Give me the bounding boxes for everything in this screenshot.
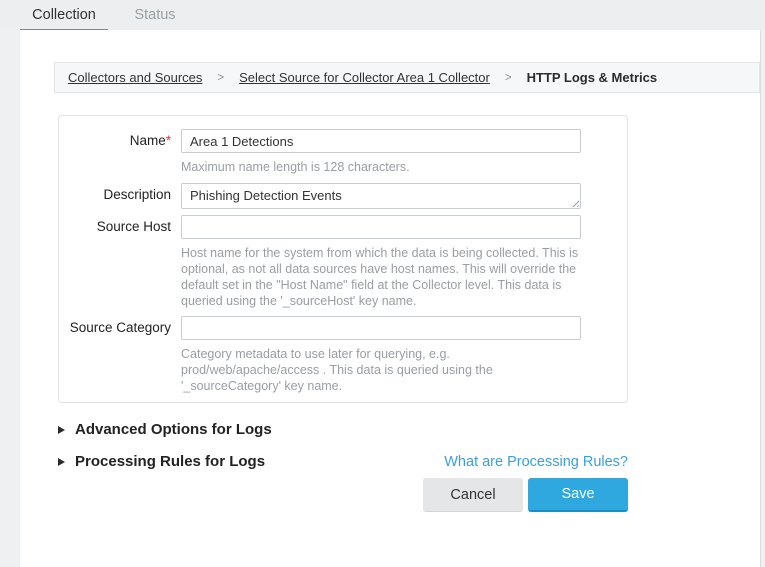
section-advanced-options[interactable]: Advanced Options for Logs	[58, 421, 628, 438]
collapsed-arrow-icon	[58, 426, 65, 434]
name-input[interactable]	[181, 129, 581, 153]
name-field-row: Name* Maximum name length is 128 charact…	[59, 129, 627, 175]
breadcrumb-separator: >	[505, 72, 512, 84]
tab-bar: Collection Status	[0, 0, 765, 30]
processing-rules-title: Processing Rules for Logs	[75, 453, 265, 470]
name-label: Name*	[59, 129, 181, 175]
advanced-options-title: Advanced Options for Logs	[75, 421, 272, 438]
required-asterisk-icon: *	[166, 133, 171, 148]
main-column: Name* Maximum name length is 128 charact…	[58, 115, 628, 512]
source-category-input[interactable]	[181, 316, 581, 340]
breadcrumb-separator: >	[217, 72, 224, 84]
source-category-label: Source Category	[59, 316, 181, 394]
description-field-row: Description Phishing Detection Events	[59, 183, 627, 209]
tab-collection[interactable]: Collection	[20, 0, 108, 30]
section-processing-rules[interactable]: Processing Rules for Logs What are Proce…	[58, 453, 628, 470]
source-config-form: Name* Maximum name length is 128 charact…	[58, 115, 628, 403]
tab-status-label: Status	[134, 7, 175, 23]
breadcrumb-current-page: HTTP Logs & Metrics	[527, 70, 658, 85]
cancel-button[interactable]: Cancel	[423, 478, 523, 512]
source-host-field-row: Source Host Host name for the system fro…	[59, 215, 627, 309]
collapsed-arrow-icon	[58, 458, 65, 466]
description-label: Description	[59, 183, 181, 209]
name-helper-text: Maximum name length is 128 characters.	[181, 159, 581, 175]
source-host-input[interactable]	[181, 215, 581, 239]
description-textarea[interactable]: Phishing Detection Events	[181, 183, 581, 209]
save-button[interactable]: Save	[528, 478, 628, 512]
breadcrumb: Collectors and Sources > Select Source f…	[54, 62, 760, 93]
tab-status[interactable]: Status	[118, 0, 192, 30]
breadcrumb-link-select-source[interactable]: Select Source for Collector Area 1 Colle…	[239, 70, 490, 85]
breadcrumb-link-collectors-and-sources[interactable]: Collectors and Sources	[68, 70, 202, 85]
source-category-field-row: Source Category Category metadata to use…	[59, 316, 627, 394]
source-host-label: Source Host	[59, 215, 181, 309]
tab-collection-label: Collection	[32, 7, 96, 23]
form-actions: Cancel Save	[58, 478, 628, 512]
source-host-helper-text: Host name for the system from which the …	[181, 245, 581, 309]
source-category-helper-text: Category metadata to use later for query…	[181, 346, 581, 394]
content-panel: Collectors and Sources > Select Source f…	[20, 30, 761, 567]
what-are-processing-rules-link[interactable]: What are Processing Rules?	[444, 454, 628, 470]
